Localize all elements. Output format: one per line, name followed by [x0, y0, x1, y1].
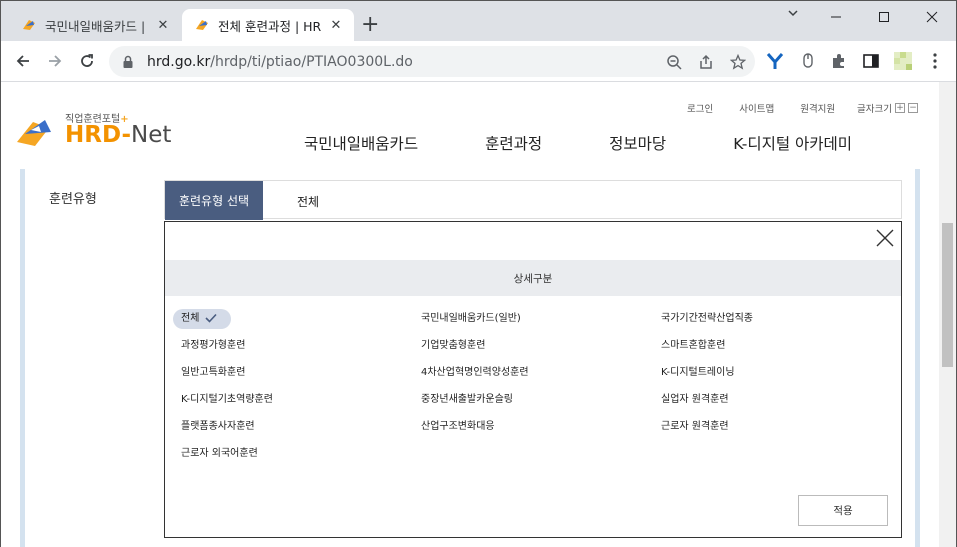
option-item[interactable]: 일반고특화훈련: [173, 363, 253, 383]
profile-avatar-icon[interactable]: [894, 52, 912, 74]
browser-tab-1[interactable]: 국민내일배움카드 | ✕: [9, 9, 181, 41]
omnibox-actions: [665, 53, 747, 71]
apply-button[interactable]: 적용: [798, 495, 888, 526]
option-label: 전체: [181, 313, 200, 324]
lock-icon[interactable]: [121, 55, 135, 69]
option-item[interactable]: 근로자 외국어훈련: [173, 444, 266, 464]
option-all[interactable]: 전체: [173, 309, 232, 329]
nav-item-k-digital[interactable]: K-디지털 아카데미: [733, 132, 852, 154]
utility-links: 로그인 사이트맵 원격지원: [687, 101, 835, 115]
remote-support-link[interactable]: 원격지원: [800, 101, 835, 115]
browser-toolbar: hrd.go.kr/hrdp/ti/ptiao/PTIAO0300L.do: [1, 41, 956, 82]
search-filter-area: 훈련유형 훈련유형 선택 전체 상세구분 전체 국민내일배움카드(일반) 국가기…: [20, 169, 920, 547]
url-host: hrd.go.kr: [147, 53, 211, 70]
tab-title: 국민내일배움카드 |: [45, 18, 146, 34]
browser-tab-2[interactable]: 전체 훈련과정 | HR ✕: [182, 9, 354, 41]
training-type-popup: 상세구분 전체 국민내일배움카드(일반) 국가기간전략산업직종 과정평가형훈련 …: [164, 221, 902, 538]
nav-item-info[interactable]: 정보마당: [609, 132, 666, 154]
font-size-control: 글자크기 + −: [857, 101, 918, 115]
option-item[interactable]: 산업구조변화대응: [413, 417, 503, 437]
option-item[interactable]: 스마트혼합훈련: [653, 336, 733, 356]
popup-header: 상세구분: [165, 260, 901, 296]
tab-close-icon[interactable]: ✕: [155, 18, 171, 33]
logo-hrd: HRD-: [65, 122, 132, 148]
extensions-puzzle-icon[interactable]: [830, 52, 848, 74]
option-item[interactable]: 과정평가형훈련: [173, 336, 253, 356]
option-item[interactable]: 국가기간전략산업직종: [653, 309, 761, 329]
window-controls: [812, 1, 956, 33]
option-item[interactable]: 근로자 원격훈련: [653, 417, 737, 437]
page-scrollbar-thumb[interactable]: [942, 223, 953, 367]
close-window-icon[interactable]: [908, 1, 956, 33]
address-bar[interactable]: hrd.go.kr/hrdp/ti/ptiao/PTIAO0300L.do: [109, 46, 755, 77]
sitemap-link[interactable]: 사이트맵: [739, 101, 774, 115]
font-increase-button[interactable]: +: [894, 103, 905, 113]
new-tab-icon[interactable]: +: [361, 14, 379, 36]
minimize-icon[interactable]: [812, 1, 860, 33]
option-item[interactable]: 기업맞춤형훈련: [413, 336, 493, 356]
url-text: hrd.go.kr/hrdp/ti/ptiao/PTIAO0300L.do: [147, 54, 413, 70]
web-page: 직업훈련포털+ HRD-Net 로그인 사이트맵 원격지원 글자크기 + − 국…: [1, 82, 956, 547]
main-navigation: 국민내일배움카드 훈련과정 정보마당 K-디지털 아카데미: [304, 132, 852, 154]
back-arrow-icon[interactable]: [13, 51, 33, 71]
training-type-label: 훈련유형: [49, 192, 97, 207]
hrd-net-logo[interactable]: 직업훈련포털+ HRD-Net: [15, 106, 175, 156]
option-item[interactable]: K-디지털트레이닝: [653, 363, 743, 383]
font-decrease-button[interactable]: −: [907, 103, 918, 113]
extension-y-icon[interactable]: [766, 52, 784, 74]
nav-item-card[interactable]: 국민내일배움카드: [304, 132, 418, 154]
hrd-favicon-icon: [196, 20, 208, 30]
mouse-icon[interactable]: [799, 52, 817, 74]
share-icon[interactable]: [697, 53, 715, 71]
option-item[interactable]: 4차산업혁명인력양성훈련: [413, 363, 537, 383]
option-item[interactable]: K-디지털기초역량훈련: [173, 390, 281, 410]
font-size-label: 글자크기: [857, 104, 892, 115]
side-panel-icon[interactable]: [862, 52, 880, 74]
browser-tab-bar: 국민내일배움카드 | ✕ 전체 훈련과정 | HR ✕ +: [1, 1, 956, 41]
logo-net: Net: [131, 122, 172, 148]
training-type-selected-value: 전체: [297, 195, 320, 209]
bookmark-star-icon[interactable]: [729, 53, 747, 71]
maximize-icon[interactable]: [860, 1, 908, 33]
tab-search-icon[interactable]: [787, 7, 799, 22]
url-path: /hrdp/ti/ptiao/PTIAO0300L.do: [210, 53, 413, 70]
training-type-select-button[interactable]: 훈련유형 선택: [165, 181, 263, 220]
option-item[interactable]: 실업자 원격훈련: [653, 390, 737, 410]
option-item[interactable]: 중장년새출발카운슬링: [413, 390, 521, 410]
close-icon[interactable]: [875, 228, 895, 248]
browser-menu-icon[interactable]: [926, 52, 944, 74]
hrd-favicon-icon: [23, 20, 35, 30]
checkmark-icon: [205, 313, 217, 323]
training-type-selector: 훈련유형 선택 전체: [164, 180, 902, 220]
tab-title: 전체 훈련과정 | HR: [218, 18, 322, 34]
logo-emblem-icon: [17, 120, 51, 146]
option-item[interactable]: 국민내일배움카드(일반): [413, 309, 529, 329]
logo-brand: HRD-Net: [65, 122, 171, 148]
nav-item-courses[interactable]: 훈련과정: [485, 132, 542, 154]
zoom-icon[interactable]: [665, 53, 683, 71]
reload-icon[interactable]: [77, 51, 97, 71]
login-link[interactable]: 로그인: [687, 101, 713, 115]
tab-close-icon[interactable]: ✕: [328, 18, 344, 33]
forward-arrow-icon[interactable]: [45, 51, 65, 71]
option-item[interactable]: 플랫폼종사자훈련: [173, 417, 263, 437]
